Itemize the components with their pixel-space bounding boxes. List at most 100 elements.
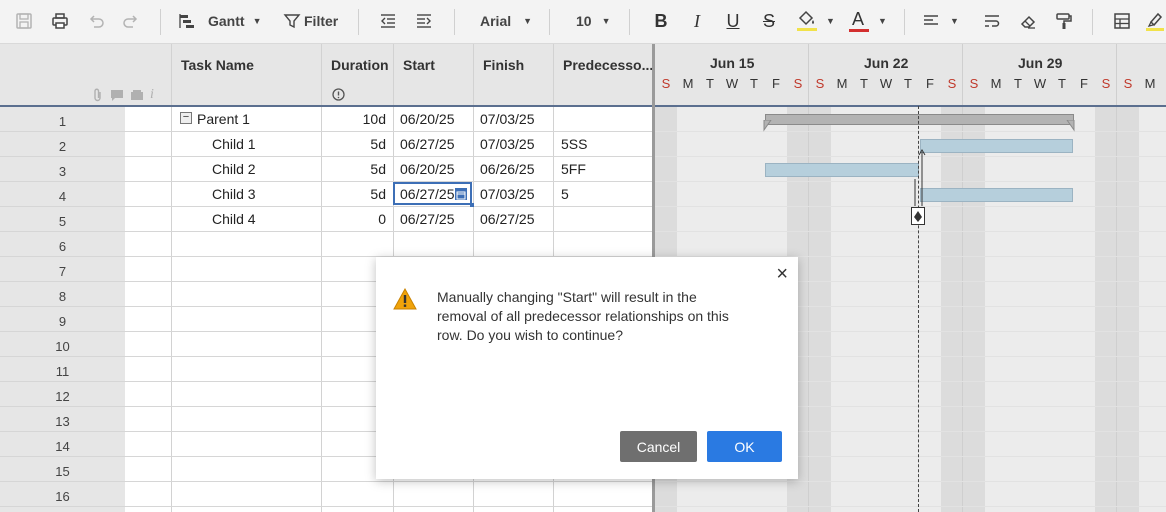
outdent-button[interactable]	[376, 8, 400, 34]
font-family-value: Arial	[480, 13, 512, 29]
indent-button[interactable]	[412, 8, 436, 34]
column-header-duration[interactable]: Duration	[322, 44, 394, 106]
row-number[interactable]: 10	[0, 339, 125, 354]
day-label: F	[926, 76, 934, 91]
row-number[interactable]: 12	[0, 389, 125, 404]
info-icon: i	[150, 87, 154, 102]
row-number[interactable]: 3	[0, 164, 125, 179]
day-label: S	[969, 76, 979, 91]
duration-cell[interactable]: 5d	[322, 136, 386, 152]
close-icon[interactable]: ×	[776, 263, 788, 286]
align-button[interactable]: ▼	[922, 8, 966, 34]
start-cell[interactable]: 06/27/25	[400, 136, 455, 152]
format-painter-button[interactable]	[1052, 8, 1076, 34]
ok-button[interactable]: OK	[707, 431, 782, 462]
fill-color-button[interactable]: ▼	[796, 8, 840, 34]
finish-cell[interactable]: 06/27/25	[480, 211, 535, 227]
row-number[interactable]: 9	[0, 314, 125, 329]
task-name-cell[interactable]: Parent 1	[197, 111, 250, 127]
row-number[interactable]: 8	[0, 289, 125, 304]
duration-cell[interactable]: 5d	[322, 186, 386, 202]
day-label: S	[815, 76, 825, 91]
task-bar-child-3[interactable]	[920, 188, 1073, 202]
calendar-icon[interactable]	[455, 188, 467, 200]
predecessors-cell[interactable]: 5FF	[561, 161, 586, 177]
undo-button[interactable]	[84, 8, 108, 34]
grid-view-button[interactable]	[1110, 8, 1134, 34]
toolbar-divider	[549, 9, 550, 35]
start-cell[interactable]: 06/20/25	[400, 111, 455, 127]
start-cell[interactable]: 06/20/25	[400, 161, 455, 177]
proofing-icon	[131, 90, 143, 100]
collapse-toggle-icon[interactable]: −	[180, 112, 192, 124]
predecessors-cell[interactable]: 5SS	[561, 136, 587, 152]
eraser-icon	[1020, 15, 1036, 29]
italic-button[interactable]: I	[686, 8, 708, 34]
predecessors-cell[interactable]: 5	[561, 186, 569, 202]
finish-cell[interactable]: 07/03/25	[480, 186, 535, 202]
day-label: T	[1058, 76, 1066, 91]
day-label: T	[904, 76, 912, 91]
duration-cell[interactable]: 0	[322, 211, 386, 227]
highlight-button[interactable]	[1146, 8, 1166, 34]
view-selector[interactable]: Gantt ▼	[178, 8, 268, 34]
task-name-cell[interactable]: Child 4	[212, 211, 256, 227]
duration-cell[interactable]: 10d	[322, 111, 386, 127]
save-button[interactable]	[12, 8, 36, 34]
save-icon	[16, 13, 32, 29]
row-number[interactable]: 16	[0, 489, 125, 504]
finish-cell[interactable]: 07/03/25	[480, 111, 535, 127]
font-size-select[interactable]: 10 ▼	[570, 8, 618, 34]
row-number[interactable]: 15	[0, 464, 125, 479]
row-number[interactable]: 4	[0, 189, 125, 204]
column-header-finish[interactable]: Finish	[474, 44, 554, 106]
day-label: M	[682, 76, 694, 91]
start-cell[interactable]: 06/27/25	[400, 211, 455, 227]
wrap-text-button[interactable]	[980, 8, 1004, 34]
row-number[interactable]: 13	[0, 414, 125, 429]
row-number[interactable]: 11	[0, 364, 125, 379]
day-label: T	[706, 76, 714, 91]
row-number[interactable]: 2	[0, 139, 125, 154]
milestone-child-4[interactable]	[911, 207, 925, 225]
column-header-task-name[interactable]: Task Name	[172, 44, 322, 106]
duration-cell[interactable]: 5d	[322, 161, 386, 177]
print-button[interactable]	[48, 8, 72, 34]
redo-icon	[123, 15, 138, 28]
column-header-predecessors[interactable]: Predecesso...	[554, 44, 653, 106]
font-family-select[interactable]: Arial ▼	[474, 8, 534, 34]
underline-button[interactable]: U	[722, 8, 744, 34]
day-label: F	[772, 76, 780, 91]
gantt-row-divider	[655, 481, 1166, 482]
week-label: Jun 29	[1018, 55, 1063, 71]
row-number[interactable]: 7	[0, 264, 125, 279]
task-name-cell[interactable]: Child 3	[212, 186, 256, 202]
filter-button[interactable]: Filter	[283, 8, 345, 34]
chevron-down-icon: ▼	[601, 16, 611, 26]
task-name-cell[interactable]: Child 1	[212, 136, 256, 152]
dialog-message: Manually changing "Start" will result in…	[437, 289, 729, 343]
row-number[interactable]: 6	[0, 239, 125, 254]
day-label: M	[1144, 76, 1156, 91]
bold-button[interactable]: B	[650, 8, 672, 34]
row-number[interactable]: 14	[0, 439, 125, 454]
clear-format-button[interactable]	[1016, 8, 1040, 34]
fill-handle[interactable]	[470, 203, 474, 207]
weekend-column	[941, 106, 963, 512]
row-number[interactable]: 1	[0, 114, 125, 129]
text-color-button[interactable]: A ▼	[848, 8, 892, 34]
task-bar-child-1[interactable]	[920, 139, 1073, 153]
column-header-start[interactable]: Start	[394, 44, 474, 106]
cancel-button[interactable]: Cancel	[620, 431, 697, 462]
redo-button[interactable]	[119, 8, 143, 34]
toolbar-divider	[1092, 9, 1093, 35]
task-name-cell[interactable]: Child 2	[212, 161, 256, 177]
finish-cell[interactable]: 06/26/25	[480, 161, 535, 177]
row-number[interactable]: 5	[0, 214, 125, 229]
weekend-column	[963, 106, 985, 512]
strikethrough-button[interactable]: S	[758, 8, 780, 34]
task-bar-child-2[interactable]	[765, 163, 919, 177]
day-label: T	[860, 76, 868, 91]
finish-cell[interactable]: 07/03/25	[480, 136, 535, 152]
column-divider	[171, 44, 172, 512]
